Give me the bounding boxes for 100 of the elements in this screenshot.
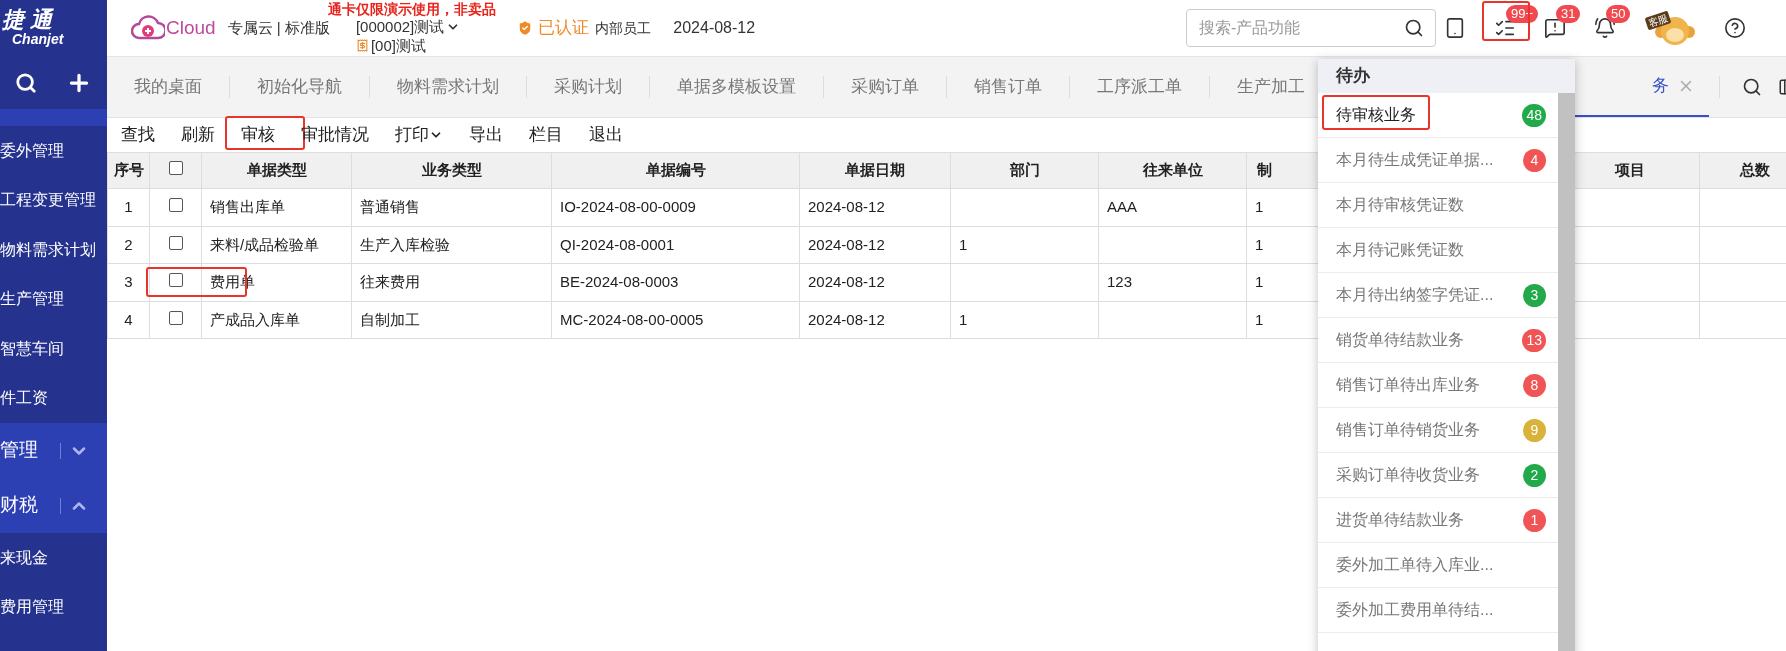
todo-label: 本月待记账凭证数 xyxy=(1336,240,1465,260)
product-name: Cloud xyxy=(166,15,216,40)
count-badge: 1 xyxy=(1523,508,1546,532)
bell-icon[interactable] xyxy=(1594,17,1616,39)
table-cell: 普通销售 xyxy=(351,188,552,226)
todo-item[interactable]: 销售订单待出库业务 8 xyxy=(1318,363,1558,408)
todo-item[interactable]: 待审核业务 48 xyxy=(1318,93,1558,138)
tab[interactable]: 我的桌面 xyxy=(107,57,229,117)
table-cell: BE-2024-08-0003 xyxy=(551,263,800,301)
tab[interactable]: 物料需求计划 xyxy=(370,57,526,117)
table-cell: 2 xyxy=(107,226,150,264)
cloud-logo-icon xyxy=(131,14,165,42)
sidebar-item[interactable]: 工程变更管理 xyxy=(0,175,107,225)
todo-label: 本月待审核凭证数 xyxy=(1336,195,1465,215)
column-header: 往来单位 xyxy=(1098,152,1247,189)
table-cell: 3 xyxy=(107,263,150,301)
todo-label: 销售订单待出库业务 xyxy=(1336,375,1481,395)
account-selector[interactable]: [000002]测试 xyxy=(355,17,461,36)
checkbox[interactable] xyxy=(168,310,183,325)
table-cell: 2024-08-12 xyxy=(799,226,951,264)
count-badge: 4 xyxy=(1523,148,1546,172)
receipt-icon xyxy=(355,39,369,52)
search-field[interactable]: 搜索-产品功能 xyxy=(1186,9,1436,47)
search-icon[interactable] xyxy=(1742,77,1762,97)
toolbar-button[interactable]: 栏目 xyxy=(529,122,563,148)
sidebar-item[interactable]: 件工资 xyxy=(0,373,107,423)
help-icon[interactable] xyxy=(1724,17,1746,39)
tab[interactable]: 采购订单 xyxy=(824,57,946,117)
tab[interactable]: 销售订单 xyxy=(947,57,1069,117)
todo-label: 待审核业务 xyxy=(1336,105,1417,125)
table-cell: MC-2024-08-00-0005 xyxy=(551,301,800,339)
certified-label: 已认证 xyxy=(538,17,590,40)
edition-label: 专属云 | 标准版 xyxy=(227,17,330,38)
table-cell: 2024-08-12 xyxy=(799,301,951,339)
table-cell: IO-2024-08-00-0009 xyxy=(551,188,800,226)
table-cell: AAA xyxy=(1098,188,1247,226)
sidebar-item[interactable]: 费用管理 xyxy=(0,582,107,632)
todo-item[interactable]: 销货单待结款业务 13 xyxy=(1318,318,1558,363)
sidebar-item[interactable]: 生产管理 xyxy=(0,274,107,324)
table-cell: QI-2024-08-0001 xyxy=(551,226,800,264)
todo-item[interactable]: 采购订单待收货业务 2 xyxy=(1318,453,1558,498)
count-badge: 3 xyxy=(1523,283,1546,307)
table-cell: 生产入库检验 xyxy=(351,226,552,264)
todo-item[interactable]: 本月待生成凭证单据... 4 xyxy=(1318,138,1558,183)
tab[interactable]: 初始化导航 xyxy=(230,57,369,117)
sidebar-group[interactable]: 管理 xyxy=(0,423,107,478)
toolbar-button[interactable]: 查找 xyxy=(121,122,155,148)
todo-label: 本月待生成凭证单据... xyxy=(1336,150,1495,170)
todo-label: 委外加工单待入库业... xyxy=(1336,555,1495,575)
todo-label: 销售订单待销货业务 xyxy=(1336,420,1481,440)
column-header: 单据编号 xyxy=(551,152,800,189)
column-header: 业务类型 xyxy=(351,152,552,189)
toolbar-button[interactable]: 审核 xyxy=(241,122,275,148)
column-header: 单据日期 xyxy=(799,152,951,189)
todo-title: 待办 xyxy=(1336,65,1370,88)
checkbox[interactable] xyxy=(168,198,183,212)
tab[interactable]: 单据多模板设置 xyxy=(650,57,823,117)
table-cell: 来料/成品检验单 xyxy=(201,226,352,264)
date-label: 2024-08-12 xyxy=(673,18,756,38)
demo-notice: 通卡仅限演示使用，非卖品 xyxy=(327,2,496,17)
toolbar-button[interactable]: 退出 xyxy=(589,122,623,148)
tablet-icon[interactable] xyxy=(1444,17,1466,39)
table-cell: 123 xyxy=(1098,263,1247,301)
search-icon[interactable] xyxy=(14,72,37,94)
count-badge: 2 xyxy=(1523,463,1546,487)
sidebar-item[interactable]: 来现金 xyxy=(0,533,107,583)
count-badge: 31 xyxy=(1556,5,1581,23)
toolbar-button[interactable]: 打印 xyxy=(395,122,443,148)
toolbar-button[interactable]: 刷新 xyxy=(181,122,215,148)
table-cell: 4 xyxy=(107,301,150,339)
todo-item[interactable]: 进货单待结款业务 1 xyxy=(1318,498,1558,543)
search-icon[interactable] xyxy=(1404,18,1424,38)
todo-label: 采购订单待收货业务 xyxy=(1336,465,1481,485)
sidebar-group[interactable]: 财税 xyxy=(0,478,107,533)
todo-item[interactable]: 本月待出纳签字凭证... 3 xyxy=(1318,273,1558,318)
table-cell: 1 xyxy=(950,226,1099,264)
service-avatar[interactable]: 客服 xyxy=(1644,8,1696,48)
tab[interactable]: 工序派工单 xyxy=(1070,57,1209,117)
sidebar-item[interactable]: 智慧车间 xyxy=(0,324,107,374)
scrollbar[interactable] xyxy=(1558,93,1575,651)
toolbar-button[interactable]: 导出 xyxy=(469,122,503,148)
brand-logo-latin: Chanjet xyxy=(12,30,65,49)
table-cell: 2024-08-12 xyxy=(799,263,951,301)
brand-logo-text: 捷通 xyxy=(2,8,59,31)
checkbox[interactable] xyxy=(168,273,183,287)
sidebar-item[interactable]: 物料需求计划 xyxy=(0,225,107,275)
table-cell: 1 xyxy=(950,301,1099,339)
tab[interactable]: 采购计划 xyxy=(527,57,649,117)
sidebar-item[interactable]: 委外管理 xyxy=(0,126,107,176)
table-cell: 往来费用 xyxy=(351,263,552,301)
count-badge: 48 xyxy=(1522,103,1546,127)
checkbox[interactable] xyxy=(168,161,183,176)
column-header: 总数 xyxy=(1699,152,1786,189)
column-header: 部门 xyxy=(950,152,1099,189)
chat-icon[interactable] xyxy=(1544,17,1566,39)
count-badge: 13 xyxy=(1522,328,1546,352)
count-badge: 50 xyxy=(1606,5,1631,23)
checkbox[interactable] xyxy=(168,235,183,250)
todo-item[interactable]: 销售订单待销货业务 9 xyxy=(1318,408,1558,453)
table-cell: 产成品入库单 xyxy=(201,301,352,339)
